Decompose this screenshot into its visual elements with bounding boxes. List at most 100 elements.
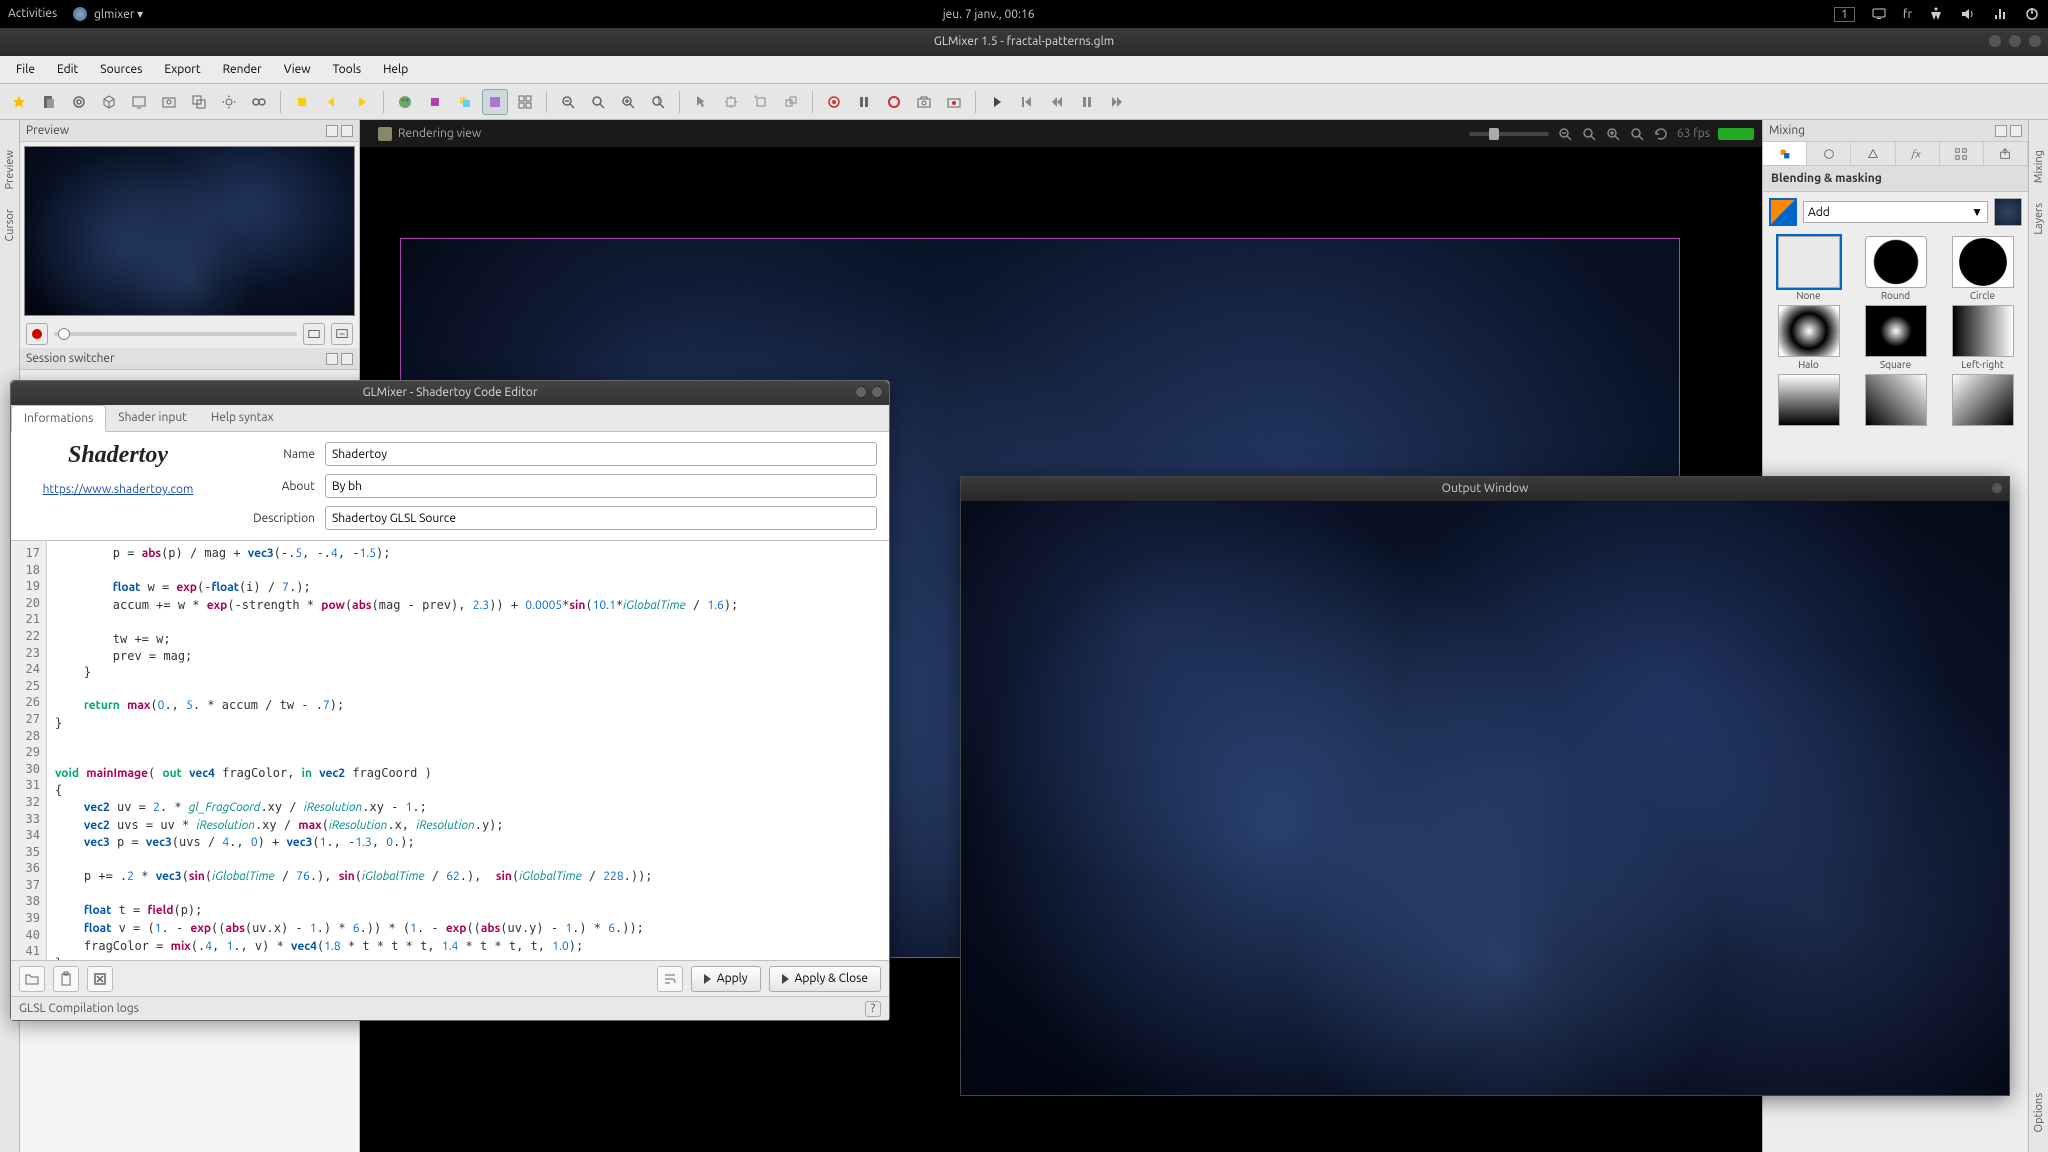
mask-diag2[interactable] (1952, 374, 2014, 426)
move-tool[interactable] (718, 89, 744, 115)
rail-layers[interactable]: Layers (2033, 203, 2045, 235)
menu-export[interactable]: Export (154, 59, 210, 80)
mix-tab-blend[interactable] (1763, 142, 1807, 165)
prev-button[interactable] (319, 89, 345, 115)
preview-record-button[interactable] (26, 323, 48, 345)
chain-button[interactable] (246, 89, 272, 115)
windows-button[interactable] (186, 89, 212, 115)
power-icon[interactable] (2024, 6, 2040, 22)
workspace-indicator[interactable]: 1 (1834, 7, 1855, 22)
pause-rec-button[interactable] (851, 89, 877, 115)
blend-mode-select[interactable]: Add ▼ (1803, 201, 1988, 223)
compilation-logs-label[interactable]: GLSL Compilation logs (19, 1002, 139, 1015)
close-button[interactable] (2028, 34, 2042, 48)
mix-tab-geometry[interactable] (1851, 142, 1895, 165)
view-zoom-in-icon[interactable] (1605, 126, 1621, 142)
rail-mixing[interactable]: Mixing (2033, 150, 2045, 183)
paste-button[interactable] (53, 966, 79, 992)
gear-button[interactable] (216, 89, 242, 115)
zoom-reset-button[interactable]: 1 (645, 89, 671, 115)
about-field[interactable] (325, 474, 877, 498)
mix-tab-fx[interactable]: fx (1896, 142, 1940, 165)
view-zoom-fit-icon[interactable] (1581, 126, 1597, 142)
mixing-close[interactable] (2010, 125, 2022, 137)
wrap-button[interactable] (657, 966, 683, 992)
open-file-button[interactable] (19, 966, 45, 992)
zoom-out-button[interactable] (555, 89, 581, 115)
clock[interactable]: jeu. 7 janv., 00:16 (143, 8, 1834, 21)
mask-round[interactable] (1865, 236, 1927, 288)
palette-button[interactable] (392, 89, 418, 115)
file-source-button[interactable] (36, 89, 62, 115)
panel-close[interactable] (341, 125, 353, 137)
code-editor[interactable]: p = abs(p) / mag + vec3(-.5, -.4, -1.5);… (47, 541, 889, 960)
blend-swatch[interactable] (1769, 198, 1797, 226)
frame-button[interactable] (482, 89, 508, 115)
layer-button[interactable] (452, 89, 478, 115)
maximize-button[interactable] (2008, 34, 2022, 48)
preview-fullscreen-button[interactable] (331, 323, 353, 345)
network-icon[interactable] (1992, 6, 2008, 22)
volume-icon[interactable] (1960, 6, 1976, 22)
view-refresh-icon[interactable] (1653, 126, 1669, 142)
rail-preview[interactable]: Preview (4, 150, 16, 189)
rotate-tool[interactable] (748, 89, 774, 115)
menu-view[interactable]: View (274, 59, 321, 80)
panel-undock[interactable] (326, 125, 338, 137)
cube-source-button[interactable] (96, 89, 122, 115)
app-menu[interactable]: glmixer ▾ (73, 7, 143, 22)
mix-tab-color[interactable] (1807, 142, 1851, 165)
menu-sources[interactable]: Sources (90, 59, 152, 80)
forward-button[interactable] (1104, 89, 1130, 115)
mix-tab-export[interactable] (1984, 142, 2028, 165)
tab-shader-input[interactable]: Shader input (106, 405, 199, 431)
clear-button[interactable] (87, 966, 113, 992)
display-icon[interactable] (1871, 6, 1887, 22)
menu-help[interactable]: Help (373, 59, 418, 80)
preview-aspect-button[interactable] (303, 323, 325, 345)
output-titlebar[interactable]: Output Window (961, 477, 2009, 501)
mask-top-bottom[interactable] (1778, 374, 1840, 426)
menu-render[interactable]: Render (213, 59, 272, 80)
output-close[interactable] (1991, 482, 2003, 494)
grid-button[interactable] (512, 89, 538, 115)
apply-button[interactable]: Apply (691, 966, 761, 992)
rail-cursor[interactable]: Cursor (4, 209, 16, 241)
output-canvas[interactable] (961, 501, 2009, 1095)
cursor-tool[interactable] (688, 89, 714, 115)
preview-slider[interactable] (54, 332, 297, 336)
dialog-titlebar[interactable]: GLMixer - Shadertoy Code Editor (11, 381, 889, 405)
capture-button[interactable] (156, 89, 182, 115)
session-undock[interactable] (326, 353, 338, 365)
mask-diag[interactable] (1865, 374, 1927, 426)
record-button[interactable] (821, 89, 847, 115)
zoom-in-button[interactable] (615, 89, 641, 115)
accessibility-icon[interactable] (1928, 6, 1944, 22)
view-zoom-reset-icon[interactable] (1629, 126, 1645, 142)
pause-button[interactable] (1074, 89, 1100, 115)
language-indicator[interactable]: fr (1903, 8, 1912, 21)
mix-tab-grid[interactable] (1940, 142, 1984, 165)
new-source-button[interactable] (6, 89, 32, 115)
description-field[interactable] (325, 506, 877, 530)
apply-close-button[interactable]: Apply & Close (769, 966, 881, 992)
tab-rendering-view[interactable]: Rendering view (368, 123, 491, 145)
dialog-close[interactable] (871, 386, 883, 398)
scale-tool[interactable] (778, 89, 804, 115)
name-field[interactable] (325, 442, 877, 466)
snapshot-button[interactable] (911, 89, 937, 115)
play-button[interactable] (984, 89, 1010, 115)
activities-button[interactable]: Activities (8, 7, 57, 20)
menu-edit[interactable]: Edit (47, 59, 88, 80)
minimize-button[interactable] (1988, 34, 2002, 48)
tab-help-syntax[interactable]: Help syntax (199, 405, 286, 431)
mask-left-right[interactable] (1952, 305, 2014, 357)
mask-circle[interactable] (1952, 236, 2014, 288)
session-close[interactable] (341, 353, 353, 365)
mask-none[interactable] (1778, 236, 1840, 288)
mask-square[interactable] (1865, 305, 1927, 357)
view-opacity-slider[interactable] (1469, 132, 1549, 136)
dialog-minimize[interactable] (855, 386, 867, 398)
help-button[interactable]: ? (865, 1001, 881, 1017)
snapshot-rec-button[interactable] (941, 89, 967, 115)
